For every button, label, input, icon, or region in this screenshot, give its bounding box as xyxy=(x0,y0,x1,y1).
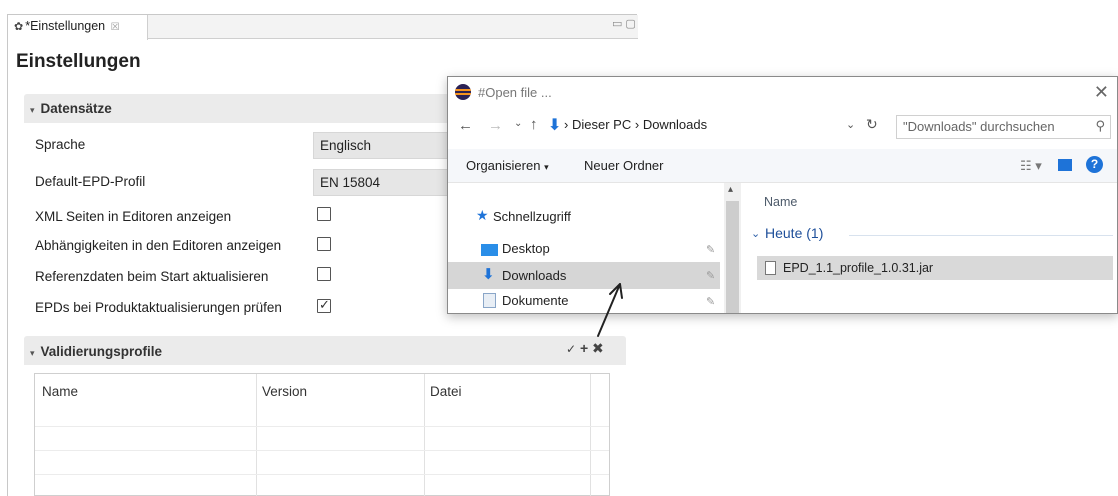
refresh-icon[interactable]: ↻ xyxy=(866,116,878,133)
preview-pane-icon[interactable] xyxy=(1058,159,1072,171)
chevron-right-icon: › xyxy=(634,117,640,132)
label-abhaengigkeiten: Abhängigkeiten in den Editoren anzeigen xyxy=(35,238,282,253)
gear-icon: ✿ xyxy=(14,21,24,33)
checkbox-abhaengigkeiten[interactable] xyxy=(317,237,331,251)
column-header-version[interactable]: Version xyxy=(262,384,307,399)
section-datensaetze-title[interactable]: ▾ Datensätze xyxy=(30,101,112,116)
add-icon[interactable]: + xyxy=(580,340,588,356)
nav-item-downloads[interactable]: ⬇ Downloads ✎ xyxy=(448,262,720,289)
tab-einstellungen[interactable]: ✿ *Einstellungen ☒ xyxy=(8,15,148,40)
group-divider xyxy=(849,235,1113,236)
label-default-epd-profil: Default-EPD-Profil xyxy=(35,174,146,189)
row-divider xyxy=(35,474,609,475)
pin-icon[interactable]: ✎ xyxy=(706,269,715,282)
dialog-command-bar: Organisieren ▾ Neuer Ordner ☷ ▾ ? xyxy=(448,149,1117,183)
validierung-table xyxy=(34,373,610,496)
download-arrow-icon: ⬇ xyxy=(548,117,562,134)
open-file-dialog: #Open file ... ✕ ← → ⌄ ↑ ⬇ › Dieser PC ›… xyxy=(447,76,1118,314)
nav-scrollbar[interactable]: ▴ xyxy=(724,183,741,313)
address-dropdown-icon[interactable]: ⌄ xyxy=(846,118,855,131)
column-divider xyxy=(590,374,591,496)
chevron-down-icon[interactable]: ⌄ xyxy=(751,227,760,240)
neuer-ordner-button[interactable]: Neuer Ordner xyxy=(584,158,663,173)
file-row[interactable]: EPD_1.1_profile_1.0.31.jar xyxy=(757,256,1113,280)
checkbox-referenzdaten[interactable] xyxy=(317,267,331,281)
file-icon xyxy=(765,261,776,275)
breadcrumb-dieser-pc[interactable]: Dieser PC xyxy=(572,117,631,132)
chevron-right-icon: › xyxy=(564,117,569,132)
star-icon: ★ xyxy=(476,207,489,223)
label-sprache: Sprache xyxy=(35,137,86,152)
column-divider xyxy=(424,374,425,496)
search-icon: ⚲ xyxy=(1095,118,1105,133)
forward-arrow-icon[interactable]: → xyxy=(488,117,503,134)
close-icon[interactable]: ✕ xyxy=(1094,82,1109,103)
tab-close-icon[interactable]: ☒ xyxy=(111,22,120,33)
column-divider xyxy=(256,374,257,496)
delete-icon[interactable]: ✖ xyxy=(592,340,604,356)
label-xml-seiten: XML Seiten in Editoren anzeigen xyxy=(35,209,232,224)
help-icon[interactable]: ? xyxy=(1086,156,1103,173)
nav-item-schnellzugriff[interactable]: ★ Schnellzugriff xyxy=(448,203,720,230)
section-toolbar: ✓ + ✖ xyxy=(566,340,604,357)
document-icon xyxy=(483,293,496,308)
row-divider xyxy=(35,426,609,427)
checkbox-epds-pruefen[interactable] xyxy=(317,297,331,313)
nav-item-dokumente[interactable]: Dokumente ✎ xyxy=(448,288,720,313)
section-validierung-title[interactable]: ▾ Validierungsprofile xyxy=(30,344,162,359)
dialog-titlebar[interactable]: #Open file ... ✕ xyxy=(448,77,1117,109)
chevron-down-icon[interactable]: ✓ xyxy=(566,342,576,356)
dialog-title: #Open file ... xyxy=(478,85,552,100)
pin-icon[interactable]: ✎ xyxy=(706,295,715,308)
column-header-name[interactable]: Name xyxy=(42,384,78,399)
collapse-caret-icon: ▾ xyxy=(30,348,35,358)
checkbox-xml-seiten[interactable] xyxy=(317,207,331,221)
row-divider xyxy=(35,450,609,451)
desktop-folder-icon xyxy=(481,244,498,256)
scroll-thumb[interactable] xyxy=(726,201,739,313)
minimize-maximize-icons[interactable]: ▭▢ xyxy=(612,17,639,30)
dialog-nav-row: ← → ⌄ ↑ ⬇ › Dieser PC › Downloads ⌄ ↻ "D… xyxy=(448,111,1117,143)
organisieren-button[interactable]: Organisieren ▾ xyxy=(466,158,549,173)
breadcrumb-downloads[interactable]: Downloads xyxy=(643,117,707,132)
view-options-icon[interactable]: ☷ ▾ xyxy=(1020,158,1042,174)
search-input[interactable]: "Downloads" durchsuchen ⚲ xyxy=(896,115,1111,139)
annotation-arrow xyxy=(597,283,623,337)
page-title: Einstellungen xyxy=(16,51,141,72)
file-name: EPD_1.1_profile_1.0.31.jar xyxy=(783,261,934,275)
tab-label: *Einstellungen xyxy=(25,19,106,33)
column-header-name[interactable]: Name xyxy=(764,195,797,209)
label-epds-pruefen: EPDs bei Produktaktualisierungen prüfen xyxy=(35,300,282,315)
epd-profil-combo[interactable]: EN 15804 xyxy=(313,169,453,196)
label-referenzdaten: Referenzdaten beim Start aktualisieren xyxy=(35,269,269,284)
dialog-file-pane: Name ⌄ Heute (1) EPD_1.1_profile_1.0.31.… xyxy=(741,183,1117,313)
scroll-up-icon[interactable]: ▴ xyxy=(728,184,733,195)
download-arrow-icon: ⬇ xyxy=(482,266,495,283)
pin-icon[interactable]: ✎ xyxy=(706,243,715,256)
collapse-caret-icon: ▾ xyxy=(30,105,35,115)
sprache-combo[interactable]: Englisch xyxy=(313,132,453,159)
group-heute[interactable]: Heute (1) xyxy=(765,225,823,241)
back-arrow-icon[interactable]: ← xyxy=(458,117,473,134)
up-arrow-icon[interactable]: ↑ xyxy=(530,116,538,133)
column-header-datei[interactable]: Datei xyxy=(430,384,462,399)
address-bar[interactable]: › Dieser PC › Downloads xyxy=(564,115,894,137)
chevron-down-icon[interactable]: ⌄ xyxy=(514,118,522,129)
eclipse-logo-icon xyxy=(455,84,471,100)
nav-item-desktop[interactable]: Desktop ✎ xyxy=(448,236,720,263)
